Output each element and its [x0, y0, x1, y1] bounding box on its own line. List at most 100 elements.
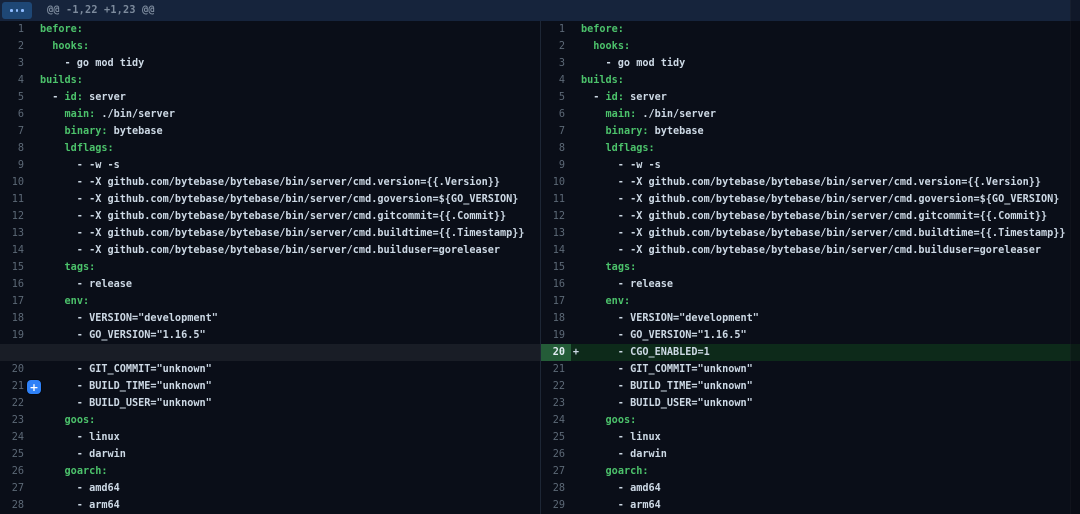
diff-row: 11 - -X github.com/bytebase/bytebase/bin… — [541, 191, 1080, 208]
add-comment-button[interactable]: + — [27, 380, 41, 394]
line-number[interactable]: 25 — [541, 429, 571, 446]
line-number[interactable]: 27 — [541, 463, 571, 480]
line-marker — [30, 259, 40, 276]
line-number[interactable]: 23 — [0, 412, 30, 429]
code-line: ldflags: — [581, 140, 1080, 157]
code-line: hooks: — [40, 38, 540, 55]
line-number[interactable]: 27 — [0, 480, 30, 497]
code-line: - VERSION="development" — [581, 310, 1080, 327]
line-number[interactable]: 7 — [541, 123, 571, 140]
line-number[interactable]: 10 — [0, 174, 30, 191]
diff-row: 19 - GO_VERSION="1.16.5" — [0, 327, 540, 344]
line-number[interactable]: 7 — [0, 123, 30, 140]
line-number[interactable]: 24 — [541, 412, 571, 429]
line-marker — [571, 395, 581, 412]
line-number[interactable]: 28 — [541, 480, 571, 497]
diff-row: 22 - BUILD_TIME="unknown" — [541, 378, 1080, 395]
diff-panes: 1 before: 2 hooks:3 - go mod tidy4builds:5… — [0, 21, 1080, 514]
code-line: - -X github.com/bytebase/bytebase/bin/se… — [40, 174, 540, 191]
line-number[interactable]: 9 — [0, 157, 30, 174]
diff-row: 24 - linux — [0, 429, 540, 446]
line-marker — [571, 480, 581, 497]
line-number[interactable]: 24 — [0, 429, 30, 446]
line-number[interactable]: 5 — [541, 89, 571, 106]
line-number[interactable]: 13 — [0, 225, 30, 242]
expand-hunk-button[interactable] — [2, 2, 32, 19]
line-number[interactable]: 25 — [0, 446, 30, 463]
code-line: - -X github.com/bytebase/bytebase/bin/se… — [581, 191, 1080, 208]
line-marker — [571, 89, 581, 106]
line-number[interactable]: 20 — [541, 344, 571, 361]
diff-row: 17 env: — [0, 293, 540, 310]
code-line: goarch: — [581, 463, 1080, 480]
line-marker — [30, 72, 40, 89]
line-number[interactable]: 21 — [0, 378, 30, 395]
line-number[interactable]: 3 — [0, 55, 30, 72]
diff-row: 28 - arm64 — [0, 497, 540, 514]
line-number[interactable]: 8 — [541, 140, 571, 157]
line-number[interactable]: 19 — [541, 327, 571, 344]
code-line: - darwin — [40, 446, 540, 463]
line-number[interactable]: 28 — [0, 497, 30, 514]
line-number[interactable]: 2 — [541, 38, 571, 55]
line-number[interactable]: 8 — [0, 140, 30, 157]
code-line: before: — [581, 21, 1080, 38]
line-number[interactable]: 1 — [0, 21, 30, 38]
code-line: - amd64 — [40, 480, 540, 497]
line-number[interactable]: 15 — [0, 259, 30, 276]
line-number[interactable]: 17 — [0, 293, 30, 310]
line-number[interactable]: 11 — [541, 191, 571, 208]
line-number[interactable]: 16 — [541, 276, 571, 293]
line-number[interactable]: 21 — [541, 361, 571, 378]
line-number[interactable]: 29 — [541, 497, 571, 514]
line-marker — [30, 361, 40, 378]
line-number[interactable]: 2 — [0, 38, 30, 55]
line-number[interactable]: 18 — [541, 310, 571, 327]
line-marker — [30, 412, 40, 429]
diff-pane-old: 1before:2 hooks:3 - go mod tidy4builds:5… — [0, 21, 540, 514]
diff-row: 23 - BUILD_USER="unknown" — [541, 395, 1080, 412]
line-number[interactable]: 23 — [541, 395, 571, 412]
code-line: goos: — [581, 412, 1080, 429]
line-number[interactable]: 20 — [0, 361, 30, 378]
line-marker — [30, 89, 40, 106]
line-number[interactable]: 6 — [541, 106, 571, 123]
line-number[interactable]: 14 — [541, 242, 571, 259]
line-marker — [30, 293, 40, 310]
diff-row: 10 - -X github.com/bytebase/bytebase/bin… — [541, 174, 1080, 191]
line-number[interactable]: 10 — [541, 174, 571, 191]
code-line: - -X github.com/bytebase/bytebase/bin/se… — [40, 225, 540, 242]
line-marker — [571, 225, 581, 242]
line-number[interactable]: 14 — [0, 242, 30, 259]
line-number[interactable]: 6 — [0, 106, 30, 123]
line-number[interactable]: 17 — [541, 293, 571, 310]
line-number[interactable]: 11 — [0, 191, 30, 208]
line-number[interactable]: 1 — [541, 21, 571, 38]
line-number[interactable]: 12 — [0, 208, 30, 225]
line-number[interactable]: 4 — [0, 72, 30, 89]
line-number[interactable]: 22 — [0, 395, 30, 412]
diff-row: 4builds: — [0, 72, 540, 89]
diff-row: 21 - GIT_COMMIT="unknown" — [541, 361, 1080, 378]
line-number[interactable]: 3 — [541, 55, 571, 72]
line-marker — [571, 123, 581, 140]
line-number[interactable]: 19 — [0, 327, 30, 344]
line-number[interactable]: 15 — [541, 259, 571, 276]
line-marker — [571, 276, 581, 293]
line-number[interactable]: 16 — [0, 276, 30, 293]
line-number[interactable]: 22 — [541, 378, 571, 395]
line-number[interactable]: 5 — [0, 89, 30, 106]
line-number[interactable]: 26 — [541, 446, 571, 463]
line-number[interactable]: 26 — [0, 463, 30, 480]
diff-row: 24 goos: — [541, 412, 1080, 429]
line-number[interactable]: 12 — [541, 208, 571, 225]
line-number[interactable]: 9 — [541, 157, 571, 174]
line-number[interactable]: 18 — [0, 310, 30, 327]
line-marker — [30, 429, 40, 446]
diff-row: 26 - darwin — [541, 446, 1080, 463]
hunk-header: @@ -1,22 +1,23 @@ — [0, 0, 1080, 21]
code-line: env: — [581, 293, 1080, 310]
diff-row: 3 - go mod tidy — [0, 55, 540, 72]
line-number[interactable]: 13 — [541, 225, 571, 242]
line-number[interactable]: 4 — [541, 72, 571, 89]
